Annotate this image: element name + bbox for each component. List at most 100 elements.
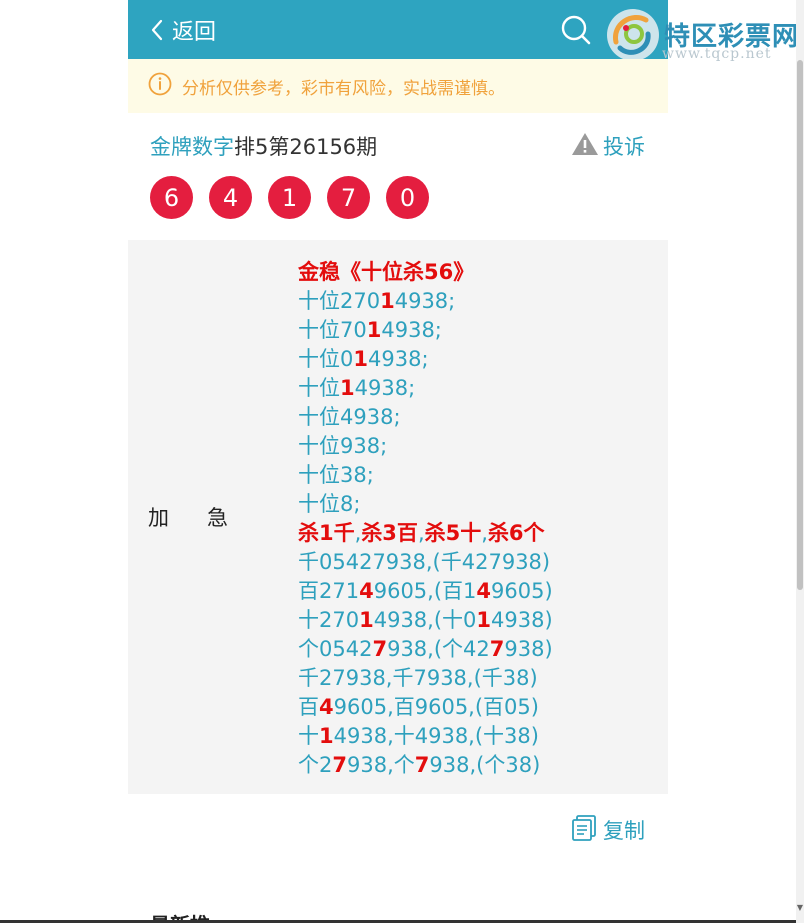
analysis-line: 金稳《十位杀56》 bbox=[298, 258, 658, 287]
highlight-segment: 4 bbox=[319, 695, 334, 719]
highlight-segment: 杀5十 bbox=[424, 521, 482, 545]
highlight-segment: 4 bbox=[359, 579, 374, 603]
info-circle-icon bbox=[148, 72, 172, 100]
highlight-segment: 1 bbox=[476, 608, 492, 632]
text-segment: 938) bbox=[504, 637, 553, 661]
search-icon[interactable] bbox=[560, 14, 592, 46]
analysis-line: 千27938,千7938,(千38) bbox=[298, 664, 658, 693]
analysis-line: 个05427938,(个427938) bbox=[298, 635, 658, 664]
copy-label: 复制 bbox=[603, 819, 645, 843]
text-segment: 4938; bbox=[394, 289, 456, 313]
text-segment: 938,个 bbox=[347, 753, 415, 777]
notice-text: 分析仅供参考，彩市有风险，实战需谨慎。 bbox=[182, 78, 505, 99]
analysis-line: 十位38; bbox=[298, 461, 658, 490]
analysis-line: 百27149605,(百149605) bbox=[298, 577, 658, 606]
chevron-left-icon bbox=[150, 19, 164, 41]
text-segment: 十270 bbox=[298, 608, 360, 632]
analysis-line: 十位014938; bbox=[298, 345, 658, 374]
number-ball: 4 bbox=[209, 176, 252, 219]
highlight-segment: 1 bbox=[353, 347, 368, 371]
copy-icon bbox=[571, 814, 599, 846]
analysis-line: 十14938,十4938,(十38) bbox=[298, 722, 658, 751]
complain-label: 投诉 bbox=[603, 135, 645, 159]
text-segment: 4938,十4938,(十38) bbox=[333, 724, 539, 748]
highlight-segment: 金稳《十位杀56》 bbox=[298, 260, 475, 284]
highlight-segment: 7 bbox=[414, 753, 430, 777]
analysis-line: 十位14938; bbox=[298, 374, 658, 403]
analysis-line: 十位27014938; bbox=[298, 287, 658, 316]
text-segment: 千27938,千7938,(千38) bbox=[298, 666, 538, 690]
number-ball: 7 bbox=[327, 176, 370, 219]
text-segment: 4938; bbox=[368, 347, 429, 371]
text-segment: , bbox=[481, 521, 488, 545]
analysis-line: 十位4938; bbox=[298, 403, 658, 432]
analysis-line: 十位8; bbox=[298, 490, 658, 519]
text-segment: 938,(个38) bbox=[429, 753, 541, 777]
analysis-line: 十位7014938; bbox=[298, 316, 658, 345]
analysis-line: 十位938; bbox=[298, 432, 658, 461]
highlight-segment: 1 bbox=[359, 608, 374, 632]
text-segment: 个2 bbox=[298, 753, 333, 777]
analysis-content: 加急 金稳《十位杀56》 十位27014938; 十位7014938; 十位01493… bbox=[128, 240, 668, 794]
analysis-line: 千05427938,(千427938) bbox=[298, 548, 658, 577]
highlight-segment: 杀1千 bbox=[298, 521, 355, 545]
top-bar: 返回 bbox=[128, 0, 668, 59]
analysis-line: 十27014938,(十014938) bbox=[298, 606, 658, 635]
site-logo-icon bbox=[607, 9, 659, 61]
text-segment: 十位8; bbox=[298, 492, 361, 516]
scroll-down-arrow-icon[interactable]: ▼ bbox=[796, 903, 804, 923]
expert-name-link[interactable]: 金牌数字 bbox=[150, 131, 234, 161]
number-ball: 1 bbox=[268, 176, 311, 219]
draw-numbers: 6 4 1 7 0 bbox=[150, 176, 429, 219]
site-logo-url: www.tqcp.net bbox=[662, 46, 772, 62]
highlight-segment: 7 bbox=[372, 637, 388, 661]
text-segment: 十位38; bbox=[298, 463, 374, 487]
text-segment: 十位4938; bbox=[298, 405, 401, 429]
number-ball: 0 bbox=[386, 176, 429, 219]
text-segment: 十位0 bbox=[298, 347, 354, 371]
post-title: 金牌数字 排5第26156期 bbox=[150, 131, 377, 161]
highlight-segment: 1 bbox=[340, 376, 355, 400]
warning-triangle-icon bbox=[571, 132, 599, 160]
highlight-segment: 杀3百 bbox=[361, 521, 418, 545]
text-segment: 个0542 bbox=[298, 637, 373, 661]
analysis-line: 百49605,百9605,(百05) bbox=[298, 693, 658, 722]
text-segment: 十位938; bbox=[298, 434, 388, 458]
number-ball: 6 bbox=[150, 176, 193, 219]
text-segment: 十位 bbox=[298, 376, 340, 400]
text-segment: 4938; bbox=[354, 376, 416, 400]
highlight-segment: 杀6个 bbox=[487, 521, 545, 545]
complain-button[interactable]: 投诉 bbox=[571, 131, 645, 161]
back-label: 返回 bbox=[172, 20, 217, 45]
text-segment: 4938) bbox=[491, 608, 553, 632]
text-segment: 9605) bbox=[491, 579, 553, 603]
issue-text: 排5第26156期 bbox=[234, 135, 378, 159]
text-segment: 百 bbox=[298, 695, 319, 719]
text-segment: 9605,百9605,(百05) bbox=[333, 695, 539, 719]
analysis-line: 个27938,个7938,(个38) bbox=[298, 751, 658, 780]
site-watermark: 特区彩票网 www.tqcp.net bbox=[602, 4, 802, 66]
page: 返回 特区彩票网 www.tqcp.net 分析仅供参考，彩市有风险，实战需谨慎… bbox=[0, 0, 804, 923]
text-segment: 十位70 bbox=[298, 318, 367, 342]
text-segment: 938,(个42 bbox=[387, 637, 490, 661]
risk-notice: 分析仅供参考，彩市有风险，实战需谨慎。 bbox=[128, 59, 668, 113]
text-segment: , bbox=[417, 521, 425, 545]
text-segment: 十 bbox=[298, 724, 319, 748]
text-segment: 9605,(百1 bbox=[373, 579, 477, 603]
text-segment: 4938,(十0 bbox=[373, 608, 477, 632]
highlight-segment: 7 bbox=[489, 637, 505, 661]
text-segment: 十位270 bbox=[298, 289, 381, 313]
highlight-segment: 1 bbox=[380, 289, 395, 313]
back-button[interactable]: 返回 bbox=[150, 14, 216, 46]
priority-label: 加急 bbox=[148, 506, 266, 530]
analysis-line: 杀1千,杀3百,杀5十,杀6个 bbox=[298, 519, 658, 548]
text-segment: 百271 bbox=[298, 579, 360, 603]
text-segment: 4938; bbox=[381, 318, 442, 342]
highlight-segment: 1 bbox=[366, 318, 382, 342]
copy-button[interactable]: 复制 bbox=[571, 815, 645, 845]
highlight-segment: 1 bbox=[319, 724, 334, 748]
highlight-segment: 4 bbox=[476, 579, 492, 603]
highlight-segment: 7 bbox=[332, 753, 347, 777]
scrollbar-thumb[interactable] bbox=[797, 60, 803, 590]
analysis-lines: 金稳《十位杀56》 十位27014938; 十位7014938; 十位014938; 十… bbox=[298, 258, 658, 780]
